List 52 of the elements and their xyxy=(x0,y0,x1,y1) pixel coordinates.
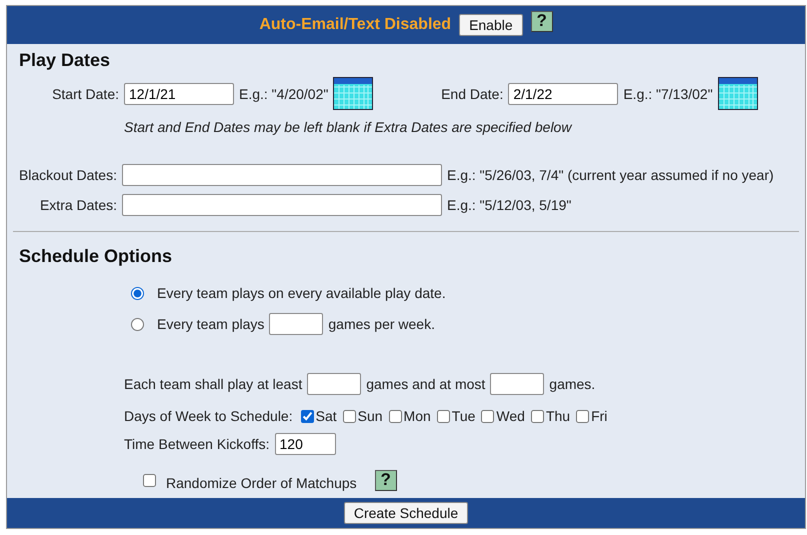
day-checkbox[interactable] xyxy=(436,410,450,422)
create-schedule-button[interactable]: Create Schedule xyxy=(344,502,468,524)
option-label: Every team plays xyxy=(157,316,264,332)
section-title: Play Dates xyxy=(19,50,112,71)
day-label: Wed xyxy=(496,408,525,424)
day-label: Mon xyxy=(404,408,431,424)
limit-label: Each team shall play at least xyxy=(124,376,302,392)
min-games-field[interactable] xyxy=(307,373,362,395)
start-date-field[interactable]: 12/1/21 xyxy=(124,82,234,104)
enable-button[interactable]: Enable xyxy=(459,14,523,36)
field-label: End Date: xyxy=(440,86,504,102)
example-text: E.g.: "4/20/02" xyxy=(239,86,328,102)
calendar-icon[interactable] xyxy=(333,77,374,110)
day-checkbox[interactable] xyxy=(342,410,356,422)
games-per-week-field[interactable] xyxy=(269,313,324,335)
randomize-label: Randomize Order of Matchups xyxy=(166,475,357,491)
randomize-checkbox[interactable] xyxy=(143,474,156,486)
end-date-field[interactable]: 2/1/22 xyxy=(508,82,618,104)
date-list-field[interactable] xyxy=(122,194,442,216)
day-label: Sun xyxy=(358,408,383,424)
day-label: Tue xyxy=(452,408,476,424)
mode-radio[interactable] xyxy=(131,286,144,300)
days-label: Days of Week to Schedule: xyxy=(124,408,293,424)
calendar-icon[interactable] xyxy=(718,77,758,110)
date-list-field[interactable] xyxy=(122,164,442,186)
status-text: Auto-Email/Text Disabled xyxy=(259,16,452,34)
day-checkbox[interactable] xyxy=(481,410,494,422)
help-button[interactable]: ? xyxy=(530,10,553,32)
example-text: E.g.: "5/26/03, 7/4" (current year assumed if no year) xyxy=(447,167,774,183)
limit-label: games. xyxy=(549,376,596,392)
option-label: games per week. xyxy=(328,316,435,332)
day-checkbox[interactable] xyxy=(576,410,590,422)
max-games-field[interactable] xyxy=(490,373,544,395)
mode-radio[interactable] xyxy=(131,318,144,330)
option-label: Every team plays on every available play date. xyxy=(157,285,446,301)
kickoff-field[interactable]: 120 xyxy=(274,433,336,455)
limit-label: games and at most xyxy=(366,376,486,392)
field-label: Extra Dates: xyxy=(38,197,117,213)
kickoff-label: Time Between Kickoffs: xyxy=(124,436,270,452)
day-checkbox[interactable] xyxy=(388,410,402,422)
day-checkbox[interactable] xyxy=(300,410,314,422)
day-label: Sat xyxy=(316,408,337,424)
day-label: Fri xyxy=(591,408,608,424)
section-title: Schedule Options xyxy=(19,246,174,267)
field-label: Blackout Dates: xyxy=(18,167,117,183)
day-checkbox[interactable] xyxy=(530,410,544,422)
help-button[interactable]: ? xyxy=(374,470,397,490)
field-label: Start Date: xyxy=(51,86,119,102)
example-text: E.g.: "5/12/03, 5/19" xyxy=(447,197,572,213)
note-text: Start and End Dates may be left blank if Extra Dates are specified below xyxy=(124,119,574,135)
day-label: Thu xyxy=(546,408,570,424)
example-text: E.g.: "7/13/02" xyxy=(623,86,713,102)
